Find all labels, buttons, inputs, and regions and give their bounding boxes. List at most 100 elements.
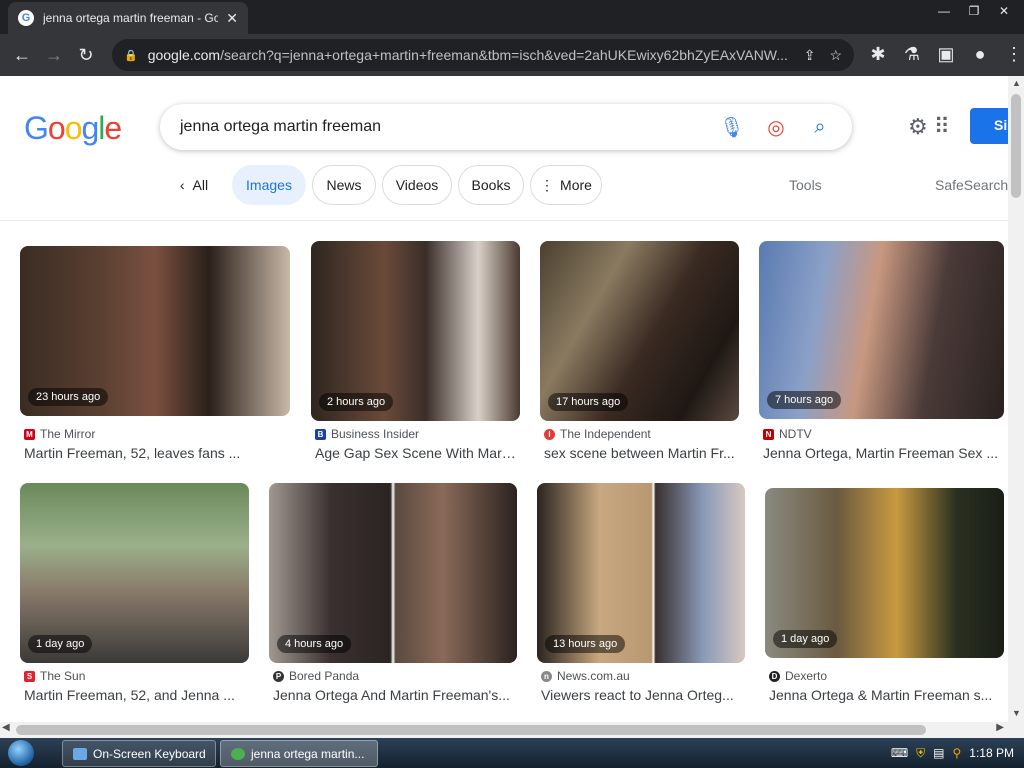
more-dots-icon: ⋮	[540, 176, 555, 193]
result-time-badge: 4 hours ago	[277, 635, 352, 653]
network-icon[interactable]: ▤	[933, 746, 944, 760]
security-shield-icon[interactable]: ⛨	[916, 746, 925, 761]
image-result[interactable]: 4 hours ago P Bored Panda Jenna Ortega An…	[269, 483, 517, 718]
result-title[interactable]: Age Gap Sex Scene With Marti...	[315, 445, 519, 461]
tab-more[interactable]: ⋮ More	[530, 165, 602, 205]
browser-tab-strip: G jenna ortega martin freeman - Go ✕ — ❐…	[0, 0, 1024, 34]
reload-icon[interactable]: ↻	[70, 39, 102, 71]
vertical-scrollbar[interactable]: ▲ ▼	[1008, 76, 1024, 738]
tools-button[interactable]: Tools	[789, 177, 822, 193]
search-query[interactable]: jenna ortega martin freeman	[180, 118, 710, 136]
result-thumbnail[interactable]: 1 day ago	[20, 483, 249, 663]
extensions-puzzle-icon[interactable]: ✱	[862, 38, 894, 70]
result-source[interactable]: n News.com.au	[541, 669, 630, 683]
taskbar-item-chrome[interactable]: jenna ortega martin...	[220, 740, 378, 767]
image-result[interactable]: 7 hours ago N NDTV Jenna Ortega, Martin F…	[759, 241, 1004, 476]
microphone-icon[interactable]: 🎙	[710, 115, 754, 140]
result-thumbnail[interactable]: 2 hours ago	[311, 241, 520, 421]
header-icons: ⚙ ⠿	[908, 114, 950, 140]
result-source[interactable]: D Dexerto	[769, 669, 827, 683]
keyboard-tray-icon[interactable]: ⌨	[891, 746, 908, 760]
search-icon[interactable]: ⌕	[798, 116, 842, 139]
google-apps-grid-icon[interactable]: ⠿	[934, 114, 950, 140]
result-time-badge: 17 hours ago	[548, 393, 629, 411]
close-window-button[interactable]: ✕	[992, 2, 1016, 20]
system-tray: ⌨ ⛨ ▤ ⚲ 1:18 PM	[891, 738, 1014, 768]
result-title[interactable]: Martin Freeman, 52, leaves fans ...	[24, 445, 286, 461]
restore-button[interactable]: ❐	[962, 2, 986, 20]
chevron-left-icon: ‹	[179, 177, 185, 193]
profile-avatar-icon[interactable]: ●	[964, 38, 996, 70]
tab-videos[interactable]: Videos	[382, 165, 452, 205]
labs-flask-icon[interactable]: ⚗	[896, 38, 928, 70]
result-source[interactable]: P Bored Panda	[273, 669, 359, 683]
result-thumbnail[interactable]: 17 hours ago	[540, 241, 739, 421]
browser-menu-icon[interactable]: ⋮	[998, 38, 1024, 70]
browser-tab[interactable]: G jenna ortega martin freeman - Go ✕	[8, 2, 248, 34]
start-button[interactable]	[0, 738, 42, 768]
safesearch-button[interactable]: SafeSearch	[935, 177, 1008, 193]
result-title[interactable]: Jenna Ortega And Martin Freeman's...	[273, 687, 517, 703]
result-time-badge: 1 day ago	[773, 630, 838, 648]
result-title[interactable]: Jenna Ortega & Martin Freeman s...	[769, 687, 1004, 703]
result-thumbnail[interactable]: 23 hours ago	[20, 246, 290, 416]
result-title[interactable]: sex scene between Martin Fr...	[544, 445, 739, 461]
dexerto-favicon-icon: D	[769, 670, 780, 682]
address-bar[interactable]: 🔒 google.com/search?q=jenna+ortega+marti…	[112, 39, 854, 71]
tab-all[interactable]: ‹ All	[166, 165, 222, 205]
google-logo[interactable]: Google	[24, 110, 122, 147]
result-time-badge: 13 hours ago	[545, 635, 626, 653]
tab-books[interactable]: Books	[458, 165, 524, 205]
lock-icon: 🔒	[124, 49, 138, 62]
business-insider-favicon-icon: B	[315, 428, 326, 440]
windows-orb-icon	[8, 740, 34, 766]
back-arrow-icon[interactable]: ←	[6, 39, 38, 71]
result-title[interactable]: Viewers react to Jenna Orteg...	[541, 687, 745, 703]
result-time-badge: 1 day ago	[28, 635, 93, 653]
image-result[interactable]: 23 hours ago M The Mirror Martin Freeman,…	[20, 246, 290, 476]
clock[interactable]: 1:18 PM	[969, 746, 1014, 760]
image-result[interactable]: 1 day ago S The Sun Martin Freeman, 52, a…	[20, 483, 249, 718]
image-result[interactable]: 1 day ago D Dexerto Jenna Ortega & Martin…	[765, 488, 1004, 718]
result-thumbnail[interactable]: 7 hours ago	[759, 241, 1004, 419]
news-com-au-favicon-icon: n	[541, 670, 552, 682]
tab-title: jenna ortega martin freeman - Go	[43, 11, 219, 25]
result-title[interactable]: Jenna Ortega, Martin Freeman Sex ...	[763, 445, 1003, 461]
scroll-down-arrow-icon[interactable]: ▼	[1012, 708, 1021, 718]
search-tray-icon[interactable]: ⚲	[953, 746, 962, 760]
tab-close-icon[interactable]: ✕	[226, 10, 238, 27]
result-title[interactable]: Martin Freeman, 52, and Jenna ...	[24, 687, 249, 703]
sign-in-button[interactable]: Si	[970, 108, 1008, 144]
image-result[interactable]: 2 hours ago B Business Insider Age Gap Se…	[311, 241, 520, 476]
bookmark-star-icon[interactable]: ☆	[829, 47, 842, 64]
side-panel-icon[interactable]: ▣	[930, 38, 962, 70]
search-box[interactable]: jenna ortega martin freeman 🎙 ◎ ⌕	[160, 104, 852, 150]
forward-arrow-icon[interactable]: →	[38, 39, 70, 71]
google-favicon-icon: G	[18, 10, 34, 26]
share-icon[interactable]: ⇪	[804, 47, 816, 64]
tab-news[interactable]: News	[312, 165, 376, 205]
taskbar-item-onscreen-keyboard[interactable]: On-Screen Keyboard	[62, 740, 216, 767]
horizontal-scroll-thumb[interactable]	[16, 725, 926, 735]
horizontal-scrollbar[interactable]: ◀ ▶	[0, 722, 1008, 738]
settings-gear-icon[interactable]: ⚙	[908, 114, 928, 140]
scroll-right-arrow-icon[interactable]: ▶	[996, 722, 1004, 733]
image-result[interactable]: 13 hours ago n News.com.au Viewers react …	[537, 483, 745, 718]
scroll-left-arrow-icon[interactable]: ◀	[2, 722, 10, 733]
result-thumbnail[interactable]: 1 day ago	[765, 488, 1004, 658]
result-source[interactable]: M The Mirror	[24, 427, 95, 441]
tab-images[interactable]: Images	[232, 165, 306, 205]
result-source[interactable]: S The Sun	[24, 669, 85, 683]
minimize-button[interactable]: —	[932, 2, 956, 20]
lens-camera-icon[interactable]: ◎	[754, 115, 798, 140]
result-source[interactable]: B Business Insider	[315, 427, 419, 441]
result-time-badge: 2 hours ago	[319, 393, 394, 411]
vertical-scroll-thumb[interactable]	[1011, 94, 1021, 198]
result-thumbnail[interactable]: 4 hours ago	[269, 483, 517, 663]
result-source[interactable]: N NDTV	[763, 427, 812, 441]
scroll-up-arrow-icon[interactable]: ▲	[1012, 78, 1021, 88]
url-text: google.com/search?q=jenna+ortega+martin+…	[147, 47, 788, 63]
result-source[interactable]: I The Independent	[544, 427, 651, 441]
result-thumbnail[interactable]: 13 hours ago	[537, 483, 745, 663]
image-result[interactable]: 17 hours ago I The Independent sex scene …	[540, 241, 739, 476]
